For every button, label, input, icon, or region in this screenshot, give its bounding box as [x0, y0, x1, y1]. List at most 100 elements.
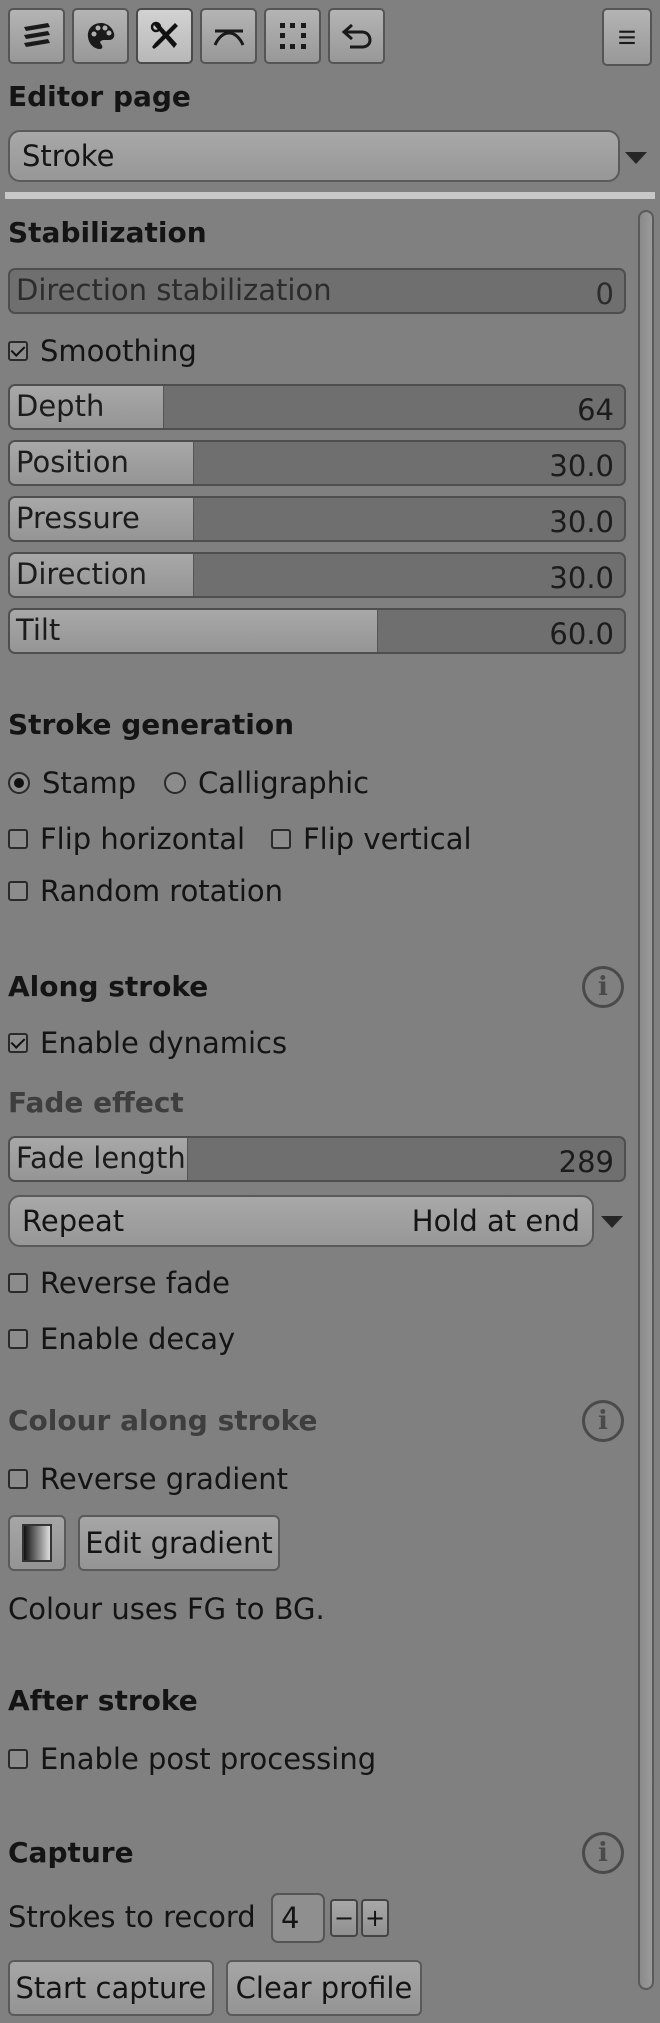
reverse-fade-checkbox[interactable]: Reverse fade	[8, 1266, 230, 1300]
position-value: 30.0	[549, 449, 614, 483]
pressure-label: Pressure	[16, 501, 140, 535]
layers-icon	[23, 23, 50, 47]
enable-decay-check-box[interactable]	[8, 1329, 28, 1349]
tilt-slider[interactable]: Tilt 60.0	[8, 608, 626, 654]
start-capture-button[interactable]: Start capture	[8, 1960, 214, 2016]
calligraphic-radio-dot[interactable]	[164, 772, 186, 794]
colour-along-stroke-title: Colour along stroke	[8, 1404, 318, 1437]
calligraphic-label: Calligraphic	[198, 766, 370, 800]
reverse-gradient-label: Reverse gradient	[40, 1462, 288, 1496]
reverse-fade-check-box[interactable]	[8, 1273, 28, 1293]
calligraphic-radio[interactable]: Calligraphic	[164, 766, 369, 800]
fade-length-slider[interactable]: Fade length 289	[8, 1136, 626, 1182]
pressure-slider[interactable]: Pressure 30.0	[8, 496, 626, 542]
flip-horizontal-label: Flip horizontal	[40, 822, 246, 856]
layers-tool-button[interactable]	[8, 8, 65, 64]
repeat-select[interactable]: Repeat Hold at end	[8, 1195, 594, 1247]
along-stroke-info-button[interactable]: i	[582, 966, 624, 1008]
reverse-fade-label: Reverse fade	[40, 1266, 231, 1300]
enable-dynamics-label: Enable dynamics	[40, 1026, 288, 1060]
direction-label: Direction	[16, 557, 148, 591]
flip-horizontal-check-box[interactable]	[8, 829, 28, 849]
panel-divider[interactable]	[5, 192, 655, 199]
post-processing-label: Enable post processing	[40, 1742, 377, 1776]
tools-icon	[150, 21, 178, 49]
enable-dynamics-check-box[interactable]	[8, 1033, 28, 1053]
position-slider[interactable]: Position 30.0	[8, 440, 626, 486]
flip-vertical-checkbox[interactable]: Flip vertical	[271, 822, 472, 856]
gradient-preview-button[interactable]	[8, 1515, 66, 1571]
repeat-label: Repeat	[22, 1204, 125, 1238]
strokes-to-record-label: Strokes to record	[8, 1900, 256, 1934]
plus-icon: +	[364, 1904, 386, 1932]
stroke-curve-icon	[213, 29, 244, 46]
tilt-slider-fill	[10, 610, 379, 652]
depth-value: 64	[577, 393, 614, 427]
flip-vertical-check-box[interactable]	[271, 829, 291, 849]
strokes-increment-button[interactable]: +	[361, 1899, 389, 1937]
smoothing-check-box[interactable]	[8, 341, 28, 361]
reverse-gradient-checkbox[interactable]: Reverse gradient	[8, 1462, 288, 1496]
direction-value: 30.0	[549, 561, 614, 595]
stroke-curve-tool-button[interactable]	[200, 8, 257, 64]
colour-note: Colour uses FG to BG.	[8, 1592, 325, 1626]
clear-profile-label: Clear profile	[235, 1971, 413, 2005]
after-stroke-title: After stroke	[8, 1684, 198, 1717]
stroke-generation-title: Stroke generation	[8, 708, 295, 741]
editor-page-title: Editor page	[8, 80, 191, 113]
edit-gradient-label: Edit gradient	[85, 1526, 273, 1560]
direction-slider[interactable]: Direction 30.0	[8, 552, 626, 598]
post-processing-check-box[interactable]	[8, 1749, 28, 1769]
depth-label: Depth	[16, 389, 105, 423]
undo-history-icon	[341, 23, 372, 49]
smoothing-checkbox[interactable]: Smoothing	[8, 334, 197, 368]
repeat-dropdown-arrow[interactable]	[601, 1216, 623, 1228]
reverse-gradient-check-box[interactable]	[8, 1469, 28, 1489]
random-rotation-check-box[interactable]	[8, 881, 28, 901]
smoothing-label: Smoothing	[40, 334, 197, 368]
direction-stabilization-value: 0	[595, 277, 614, 311]
info-icon: i	[598, 972, 608, 1002]
panel-scrollbar[interactable]	[638, 210, 654, 1990]
stamp-label: Stamp	[42, 766, 137, 800]
stamp-radio-dot[interactable]	[8, 772, 30, 794]
random-rotation-label: Random rotation	[40, 874, 284, 908]
capture-title: Capture	[8, 1836, 134, 1869]
tools-tool-button[interactable]	[136, 8, 193, 64]
stabilization-title: Stabilization	[8, 216, 207, 249]
colour-info-button[interactable]: i	[582, 1400, 624, 1442]
start-capture-label: Start capture	[15, 1971, 207, 2005]
enable-dynamics-checkbox[interactable]: Enable dynamics	[8, 1026, 287, 1060]
editor-page-dropdown-arrow[interactable]	[625, 152, 647, 164]
position-label: Position	[16, 445, 129, 479]
flip-horizontal-checkbox[interactable]: Flip horizontal	[8, 822, 245, 856]
random-rotation-checkbox[interactable]: Random rotation	[8, 874, 283, 908]
tilt-value: 60.0	[549, 617, 614, 651]
stamp-radio[interactable]: Stamp	[8, 766, 136, 800]
minus-icon: −	[333, 1904, 355, 1932]
selection-tool-button[interactable]	[264, 8, 321, 64]
edit-gradient-button[interactable]: Edit gradient	[78, 1515, 280, 1571]
pressure-value: 30.0	[549, 505, 614, 539]
strokes-decrement-button[interactable]: −	[330, 1899, 358, 1937]
editor-page-select[interactable]: Stroke	[8, 130, 620, 182]
direction-stabilization-slider[interactable]: Direction stabilization 0	[8, 268, 626, 314]
selection-icon	[279, 23, 306, 49]
fade-length-label: Fade length	[16, 1141, 186, 1175]
menu-icon	[619, 30, 635, 45]
gradient-swatch	[22, 1524, 52, 1562]
depth-slider[interactable]: Depth 64	[8, 384, 626, 430]
fade-length-value: 289	[558, 1145, 614, 1179]
palette-icon	[87, 23, 114, 49]
undo-history-tool-button[interactable]	[328, 8, 385, 64]
post-processing-checkbox[interactable]: Enable post processing	[8, 1742, 376, 1776]
enable-decay-checkbox[interactable]: Enable decay	[8, 1322, 235, 1356]
strokes-to-record-input[interactable]: 4	[271, 1893, 325, 1943]
fade-effect-title: Fade effect	[8, 1086, 184, 1119]
menu-button[interactable]	[602, 8, 652, 66]
capture-info-button[interactable]: i	[582, 1832, 624, 1874]
info-icon: i	[598, 1406, 608, 1436]
clear-profile-button[interactable]: Clear profile	[226, 1960, 422, 2016]
palette-tool-button[interactable]	[72, 8, 129, 64]
enable-decay-label: Enable decay	[40, 1322, 236, 1356]
